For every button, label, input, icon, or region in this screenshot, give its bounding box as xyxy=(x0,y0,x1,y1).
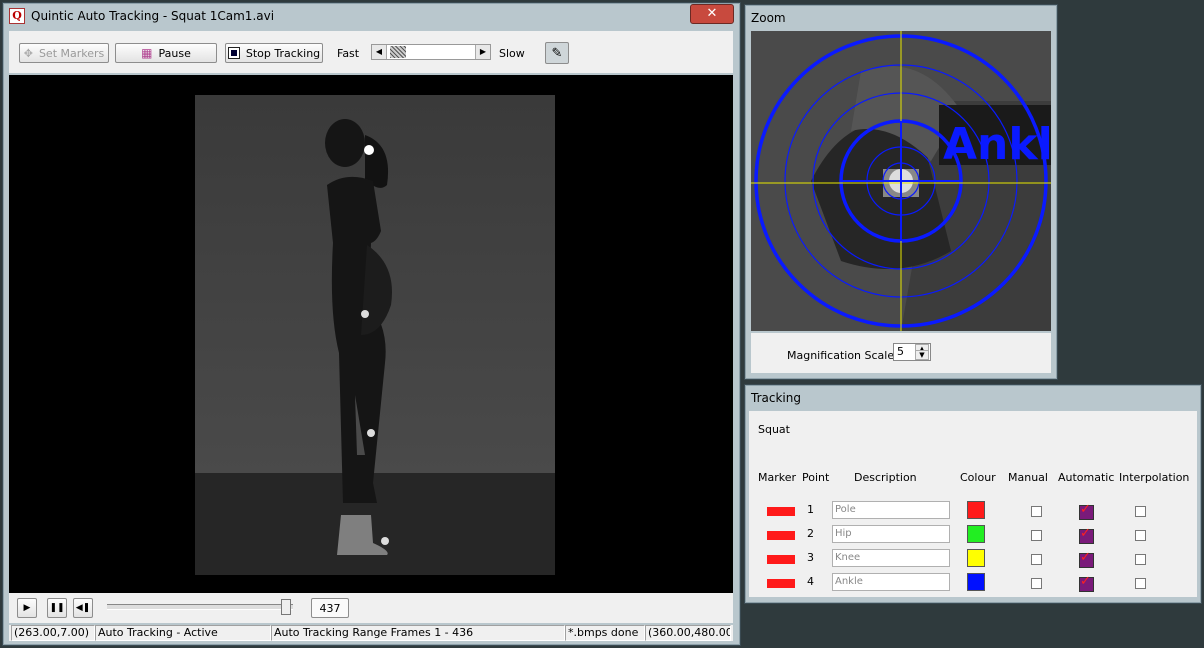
status-mode: Auto Tracking - Active xyxy=(95,625,271,641)
stop-tracking-button[interactable]: Stop Tracking xyxy=(225,43,323,63)
marker-swatch[interactable] xyxy=(767,555,795,564)
header-colour: Colour xyxy=(960,471,996,484)
marker-ankle xyxy=(381,537,389,545)
header-point: Point xyxy=(802,471,830,484)
markers-icon: ✥ xyxy=(23,46,33,60)
automatic-checkbox[interactable] xyxy=(1079,526,1094,544)
scroll-left-icon[interactable]: ◀ xyxy=(372,45,387,59)
rewind-icon: ◀❚ xyxy=(75,603,91,613)
status-bar: (263.00,7.00) Auto Tracking - Active Aut… xyxy=(9,625,733,641)
point-number: 2 xyxy=(807,527,814,540)
pause-label: Pause xyxy=(158,46,191,60)
settings-button[interactable]: ✎ xyxy=(545,42,569,64)
wand-icon: ✎ xyxy=(551,45,563,61)
manual-checkbox[interactable] xyxy=(1031,554,1042,565)
chart-icon: ▦ xyxy=(141,46,153,60)
zoom-window: Zoom Ankl Magnification Scale 5 ▲ ▼ xyxy=(744,4,1058,380)
header-marker: Marker xyxy=(758,471,797,484)
fast-label: Fast xyxy=(337,47,360,60)
tracking-window-title: Tracking xyxy=(751,391,801,405)
spin-down-icon[interactable]: ▼ xyxy=(915,350,929,360)
app-logo-icon: Q xyxy=(9,8,25,24)
description-field[interactable]: Pole xyxy=(832,501,950,519)
set-markers-label: Set Markers xyxy=(38,46,105,60)
colour-swatch[interactable] xyxy=(967,525,985,543)
close-button[interactable]: ✕ xyxy=(690,4,734,24)
marker-knee xyxy=(367,429,375,437)
marker-swatch[interactable] xyxy=(767,579,795,588)
marker-pole xyxy=(364,145,374,155)
manual-checkbox[interactable] xyxy=(1031,530,1042,541)
main-window: Q Quintic Auto Tracking - Squat 1Cam1.av… xyxy=(2,2,741,646)
status-cursor: (263.00,7.00) xyxy=(11,625,95,641)
point-number: 3 xyxy=(807,551,814,564)
magnification-label: Magnification Scale xyxy=(787,349,895,362)
header-manual: Manual xyxy=(1008,471,1048,484)
interpolation-checkbox[interactable] xyxy=(1135,506,1146,517)
automatic-checkbox[interactable] xyxy=(1079,574,1094,592)
set-markers-button[interactable]: ✥ Set Markers xyxy=(19,43,109,63)
frame-counter[interactable]: 437 xyxy=(311,598,349,618)
automatic-checkbox[interactable] xyxy=(1079,502,1094,520)
status-resolution: (360.00,480.00) xyxy=(645,625,731,641)
frame-slider-track[interactable] xyxy=(107,604,293,610)
pause-playback-button[interactable]: ❚❚ xyxy=(47,598,67,618)
interpolation-checkbox[interactable] xyxy=(1135,530,1146,541)
point-number: 1 xyxy=(807,503,814,516)
description-field[interactable]: Hip xyxy=(832,525,950,543)
colour-swatch[interactable] xyxy=(967,549,985,567)
description-field[interactable]: Knee xyxy=(832,549,950,567)
interpolation-checkbox[interactable] xyxy=(1135,578,1146,589)
stop-tracking-label: Stop Tracking xyxy=(245,46,321,60)
rewind-button[interactable]: ◀❚ xyxy=(73,598,93,618)
play-icon: ▶ xyxy=(23,603,31,613)
manual-checkbox[interactable] xyxy=(1031,506,1042,517)
zoom-view: Ankl xyxy=(751,31,1051,331)
scroll-right-icon[interactable]: ▶ xyxy=(475,45,490,59)
point-number: 4 xyxy=(807,575,814,588)
magnification-spinner[interactable]: 5 ▲ ▼ xyxy=(893,343,931,361)
video-frame xyxy=(195,95,555,575)
header-interpolation: Interpolation xyxy=(1119,471,1190,484)
interpolation-checkbox[interactable] xyxy=(1135,554,1146,565)
frame-slider-thumb[interactable] xyxy=(281,599,291,615)
tracking-group-name: Squat xyxy=(758,423,790,436)
status-range: Auto Tracking Range Frames 1 - 436 xyxy=(271,625,565,641)
pause-icon: ❚❚ xyxy=(49,603,65,613)
status-bmps: *.bmps done xyxy=(565,625,645,641)
tracking-window: Tracking Squat Marker Point Description … xyxy=(744,384,1202,604)
colour-swatch[interactable] xyxy=(967,573,985,591)
playback-bar: ▶ ❚❚ ◀❚ 437 xyxy=(9,593,733,623)
slow-label: Slow xyxy=(499,47,525,60)
close-icon: ✕ xyxy=(706,6,718,21)
manual-checkbox[interactable] xyxy=(1031,578,1042,589)
main-titlebar[interactable]: Q Quintic Auto Tracking - Squat 1Cam1.av… xyxy=(3,3,740,29)
speed-slider-thumb[interactable] xyxy=(390,46,406,58)
marker-swatch[interactable] xyxy=(767,531,795,540)
play-button[interactable]: ▶ xyxy=(17,598,37,618)
magnification-value: 5 xyxy=(897,345,904,358)
marker-swatch[interactable] xyxy=(767,507,795,516)
description-field[interactable]: Ankle xyxy=(832,573,950,591)
stop-icon xyxy=(227,47,240,59)
zoom-window-title: Zoom xyxy=(751,11,786,25)
zoom-viewport: Ankl xyxy=(751,31,1051,331)
pause-button[interactable]: ▦ Pause xyxy=(115,43,217,63)
marker-hip xyxy=(361,310,369,318)
frame-counter-value: 437 xyxy=(319,601,341,615)
header-automatic: Automatic xyxy=(1058,471,1115,484)
video-viewport[interactable] xyxy=(9,75,733,593)
speed-scrollbar[interactable]: ◀ ▶ xyxy=(371,44,491,60)
toolbar: ✥ Set Markers ▦ Pause Stop Tracking Fast… xyxy=(9,31,733,73)
header-description: Description xyxy=(854,471,917,484)
main-window-title: Quintic Auto Tracking - Squat 1Cam1.avi xyxy=(31,9,275,23)
colour-swatch[interactable] xyxy=(967,501,985,519)
automatic-checkbox[interactable] xyxy=(1079,550,1094,568)
magnification-panel: Magnification Scale 5 ▲ ▼ xyxy=(751,333,1051,373)
